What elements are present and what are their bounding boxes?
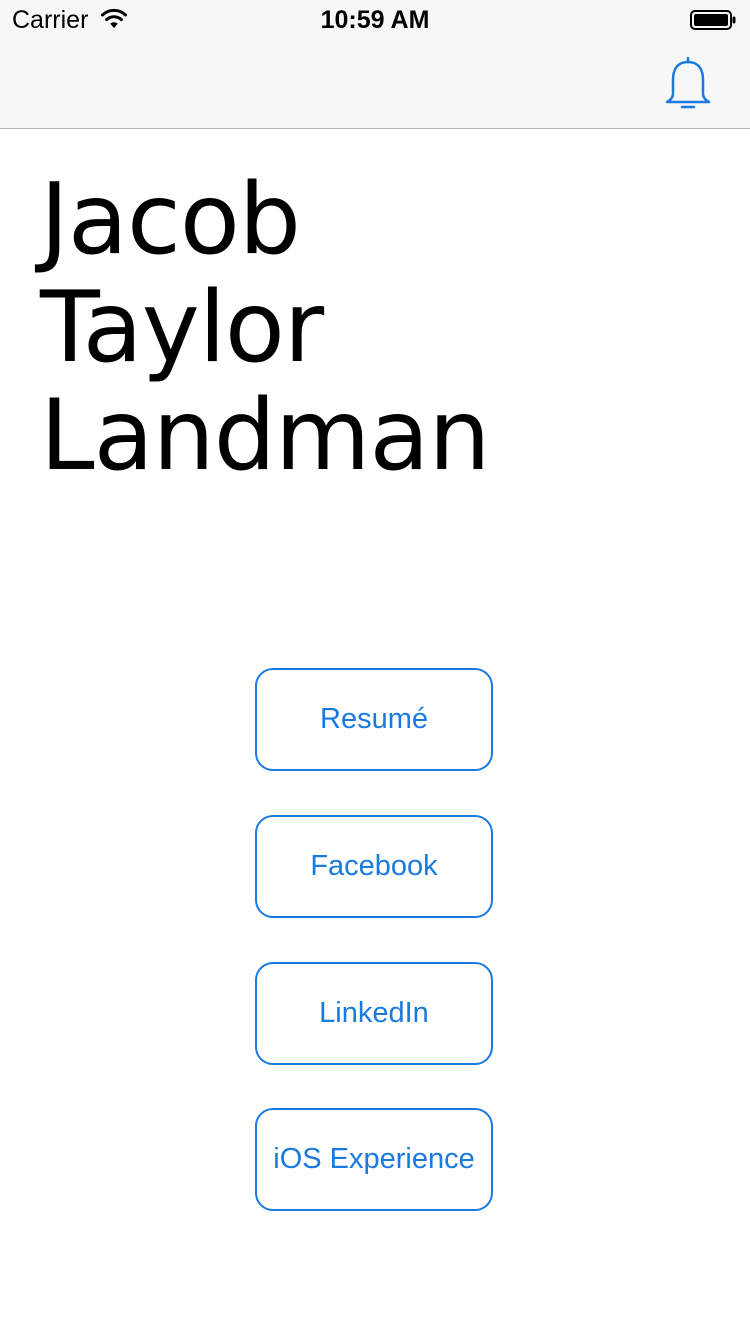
screen: Carrier 10:59 AM Jacob Taylor Landman Re… xyxy=(0,0,750,1334)
facebook-button[interactable]: Facebook xyxy=(255,815,493,918)
navigation-bar xyxy=(0,40,750,129)
name-last: Landman xyxy=(40,379,491,493)
notifications-button[interactable] xyxy=(662,54,714,114)
name-first: Jacob xyxy=(40,163,301,277)
ios-experience-button[interactable]: iOS Experience xyxy=(255,1108,493,1211)
clock-time: 10:59 AM xyxy=(320,6,430,34)
profile-name: Jacob Taylor Landman xyxy=(40,163,491,493)
bell-icon xyxy=(662,56,714,118)
resume-button[interactable]: Resumé xyxy=(255,668,493,771)
name-middle: Taylor xyxy=(40,271,324,385)
status-bar: Carrier 10:59 AM xyxy=(0,0,750,40)
battery-icon xyxy=(690,10,736,30)
linkedin-button[interactable]: LinkedIn xyxy=(255,962,493,1065)
